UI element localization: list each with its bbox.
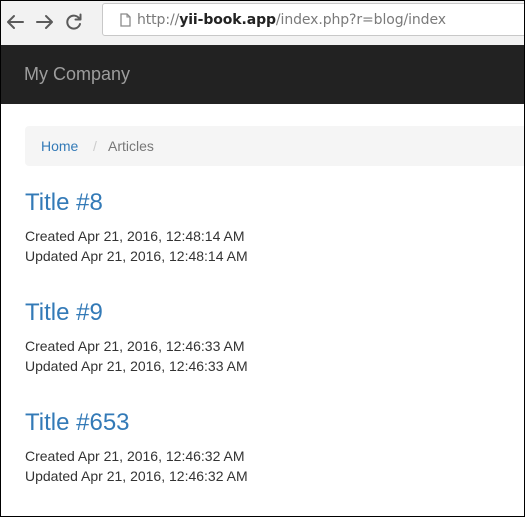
site-navbar: My Company bbox=[1, 45, 524, 104]
url-prefix: http:// bbox=[137, 12, 180, 28]
brand-link[interactable]: My Company bbox=[24, 63, 130, 85]
article-created-date: Created Apr 21, 2016, 12:46:33 AM bbox=[25, 338, 245, 354]
article-updated-date: Updated Apr 21, 2016, 12:46:32 AM bbox=[25, 468, 248, 484]
breadcrumb-home-link[interactable]: Home bbox=[41, 137, 78, 155]
article-title-link[interactable]: Title #653 bbox=[25, 409, 130, 437]
url-text: http://yii-book.app/index.php?r=blog/ind… bbox=[137, 11, 446, 29]
url-host: yii-book.app bbox=[179, 12, 276, 28]
article-updated-date: Updated Apr 21, 2016, 12:48:14 AM bbox=[25, 248, 248, 264]
browser-window: http://yii-book.app/index.php?r=blog/ind… bbox=[0, 0, 525, 517]
breadcrumb-separator: / bbox=[93, 138, 97, 154]
page-icon bbox=[120, 13, 131, 27]
reload-button[interactable] bbox=[63, 11, 85, 33]
address-bar[interactable]: http://yii-book.app/index.php?r=blog/ind… bbox=[102, 3, 524, 36]
article-created-date: Created Apr 21, 2016, 12:46:32 AM bbox=[25, 448, 245, 464]
article-title-link[interactable]: Title #9 bbox=[25, 299, 103, 327]
article-title-link[interactable]: Title #8 bbox=[25, 189, 103, 217]
reload-icon bbox=[66, 13, 82, 30]
forward-button[interactable] bbox=[34, 11, 56, 33]
browser-toolbar: http://yii-book.app/index.php?r=blog/ind… bbox=[1, 1, 524, 45]
forward-arrow-icon bbox=[36, 15, 53, 29]
url-path: /index.php?r=blog/index bbox=[275, 12, 446, 28]
back-arrow-icon bbox=[7, 15, 24, 29]
back-button[interactable] bbox=[4, 11, 26, 33]
article-created-date: Created Apr 21, 2016, 12:48:14 AM bbox=[25, 228, 245, 244]
article-updated-date: Updated Apr 21, 2016, 12:46:33 AM bbox=[25, 358, 248, 374]
breadcrumb: Home / Articles bbox=[25, 126, 524, 166]
breadcrumb-current: Articles bbox=[108, 138, 154, 154]
